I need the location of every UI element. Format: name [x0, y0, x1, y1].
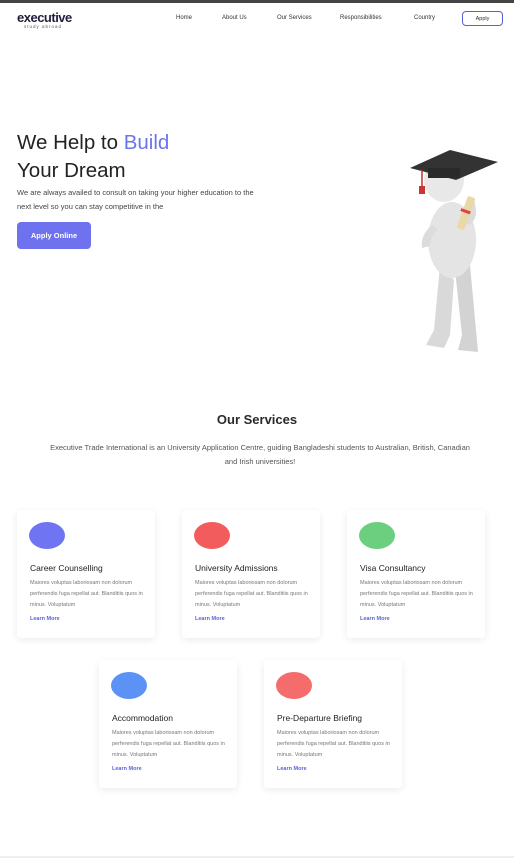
hero-title-part1: We Help to: [17, 131, 124, 154]
hero-title: We Help to Build Your Dream: [17, 129, 169, 185]
learn-more-link[interactable]: Learn More: [30, 616, 60, 622]
service-card-accommodation: Accommodation Maiores voluptas laboriosa…: [99, 660, 237, 788]
card-title: Visa Consultancy: [360, 563, 426, 573]
nav-country[interactable]: Country: [414, 15, 435, 21]
nav-our-services[interactable]: Our Services: [277, 15, 312, 21]
card-title: Pre-Departure Briefing: [277, 713, 363, 723]
nav-about-us[interactable]: About Us: [222, 15, 247, 21]
service-icon: [111, 672, 147, 699]
apply-button[interactable]: Apply: [462, 11, 503, 26]
learn-more-link[interactable]: Learn More: [195, 616, 225, 622]
brand-name: executive: [17, 10, 72, 25]
hero-title-highlight: Build: [123, 131, 170, 154]
card-text: Maiores voluptas laboriosam non dolorum …: [277, 730, 390, 758]
navbar: executive study abroad Home About Us Our…: [0, 3, 514, 35]
service-icon: [276, 672, 312, 699]
apply-online-button[interactable]: Apply Online: [17, 222, 91, 249]
service-card-visa-consultancy: Visa Consultancy Maiores voluptas labori…: [347, 510, 485, 638]
service-card-career-counselling: Career Counselling Maiores voluptas labo…: [17, 510, 155, 638]
services-title: Our Services: [216, 412, 298, 427]
service-icon: [194, 522, 230, 549]
service-icon: [359, 522, 395, 549]
card-text: Maiores voluptas laboriosam non dolorum …: [30, 580, 143, 608]
card-text: Maiores voluptas laboriosam non dolorum …: [360, 580, 473, 608]
brand-logo[interactable]: executive study abroad: [17, 10, 77, 32]
hero-title-line2: Your Dream: [17, 159, 126, 182]
service-card-pre-departure-briefing: Pre-Departure Briefing Maiores voluptas …: [264, 660, 402, 788]
card-title: Career Counselling: [30, 563, 103, 573]
services-description: Executive Trade International is an Univ…: [50, 443, 470, 466]
brand-tagline: study abroad: [24, 24, 63, 29]
card-title: University Admissions: [195, 563, 278, 573]
nav-home[interactable]: Home: [176, 15, 192, 21]
learn-more-link[interactable]: Learn More: [277, 766, 307, 772]
learn-more-link[interactable]: Learn More: [360, 616, 390, 622]
graduate-figure-illustration: [410, 150, 498, 352]
service-icon: [29, 522, 65, 549]
service-card-university-admissions: University Admissions Maiores voluptas l…: [182, 510, 320, 638]
nav-responsibilities[interactable]: Responsibilities: [340, 15, 382, 21]
learn-more-link[interactable]: Learn More: [112, 766, 142, 772]
hero-description: We are always availed to consult on taki…: [17, 188, 254, 211]
card-text: Maiores voluptas laboriosam non dolorum …: [195, 580, 308, 608]
card-text: Maiores voluptas laboriosam non dolorum …: [112, 730, 225, 758]
card-title: Accommodation: [112, 713, 173, 723]
